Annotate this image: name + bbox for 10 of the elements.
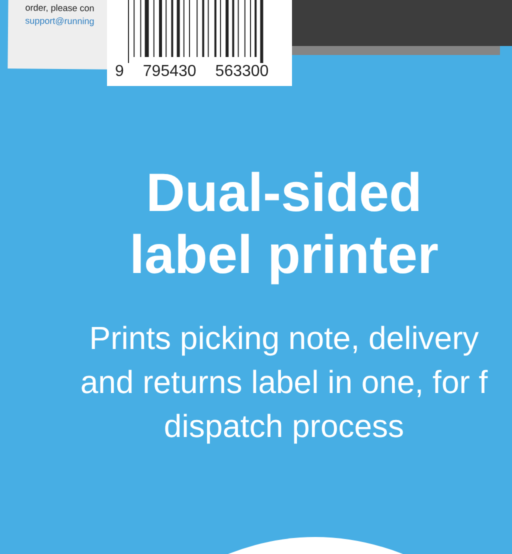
barcode-number: 795430	[142, 62, 196, 82]
subtitle-text: Prints picking note, delivery	[89, 319, 479, 358]
email-link[interactable]: support@running	[25, 14, 94, 28]
barcode-number: 9	[115, 62, 124, 82]
subtitle-text: dispatch process	[164, 407, 404, 446]
slip-text: order, please con	[25, 2, 94, 16]
headline: Dual-sided	[146, 162, 422, 224]
headline: label printer	[129, 224, 439, 286]
subtitle-text: and returns label in one, for f	[80, 363, 488, 402]
barcode-number: 563300	[215, 62, 269, 82]
